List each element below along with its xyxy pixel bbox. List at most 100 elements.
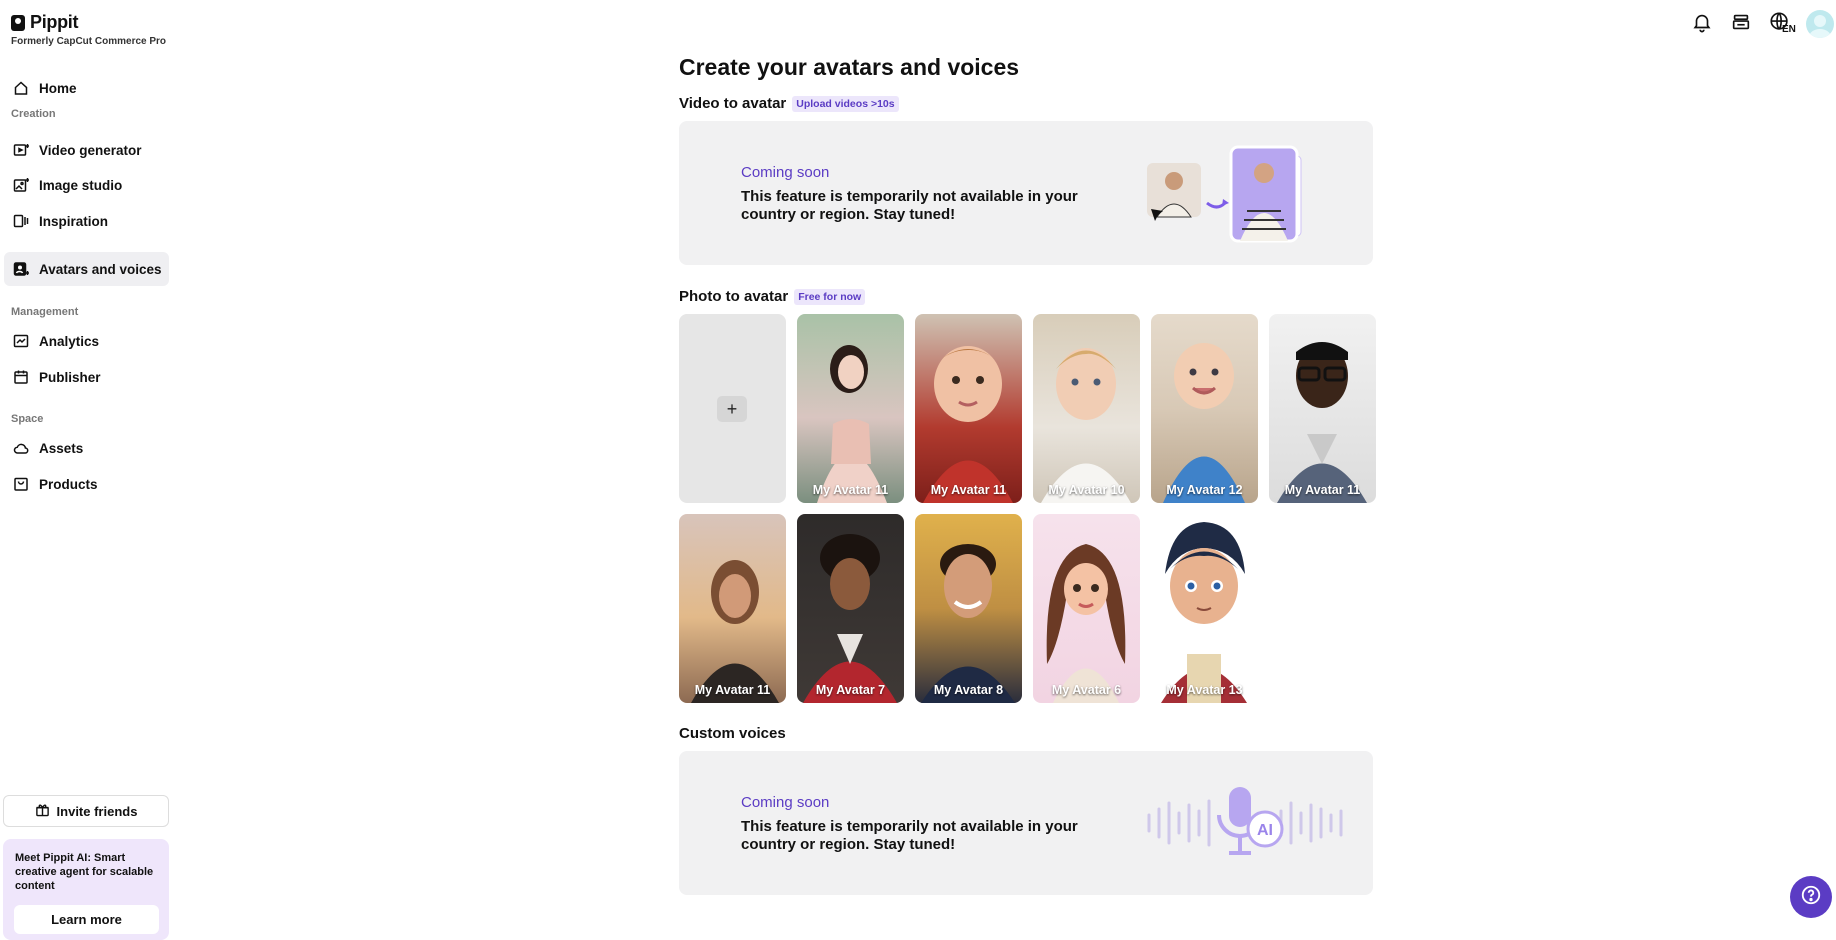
section-title: Video to avatar [679, 95, 787, 112]
sidebar: Pippit Formerly CapCut Commerce Pro Home… [0, 0, 172, 940]
language-code: EN [1782, 24, 1796, 35]
avatar-name: My Avatar 11 [1284, 483, 1361, 497]
avatar-card[interactable]: My Avatar 7 [797, 514, 904, 703]
sidebar-item-home[interactable]: Home [4, 71, 169, 105]
language-button[interactable]: EN [1766, 10, 1796, 38]
image-plus-icon [13, 177, 29, 193]
avatar-portrait-image [923, 346, 1013, 503]
free-for-now-badge: Free for now [794, 288, 866, 305]
brand-name: Pippit [30, 12, 79, 32]
custom-voices-card: Coming soon This feature is temporarily … [679, 751, 1373, 895]
video-plus-icon [13, 142, 29, 158]
avatar-portrait-image [921, 544, 1015, 703]
avatar-portrait-image [1163, 343, 1245, 503]
avatar-card[interactable]: My Avatar 10 [1033, 314, 1140, 503]
sidebar-item-assets[interactable]: Assets [4, 431, 169, 465]
photo-to-avatar-heading: Photo to avatar Free for now [679, 288, 866, 305]
pippit-ai-promo-card: Meet Pippit AI: Smart creative agent for… [3, 839, 169, 940]
avatar-name: My Avatar 12 [1166, 483, 1243, 497]
video-to-avatar-heading: Video to avatar Upload videos >10s [679, 95, 899, 112]
video-to-avatar-illustration [1147, 145, 1302, 243]
product-box-icon [13, 476, 29, 492]
avatar-portrait-image [803, 534, 897, 703]
avatar-portrait-image [691, 560, 779, 703]
avatar-portrait-image [1046, 544, 1126, 703]
unavailable-message: This feature is temporarily not availabl… [741, 188, 1078, 223]
pippit-logo-icon [11, 14, 25, 31]
avatar-portrait-image [1161, 522, 1247, 703]
calendar-icon [13, 369, 29, 385]
avatar-portrait-image [1041, 348, 1131, 503]
page-title: Create your avatars and voices [679, 54, 1020, 80]
promo-text: Meet Pippit AI: Smart creative agent for… [15, 852, 154, 892]
ai-badge-text: AI [1257, 822, 1273, 839]
sidebar-item-label: Inspiration [39, 213, 109, 229]
sidebar-item-publisher[interactable]: Publisher [4, 360, 169, 394]
sidebar-item-products[interactable]: Products [4, 467, 169, 501]
stack-icon [1730, 11, 1752, 38]
sidebar-item-label: Avatars and voices [39, 261, 162, 277]
avatar-portrait-image [817, 345, 887, 503]
sidebar-item-label: Home [39, 80, 77, 96]
avatar-name: My Avatar 11 [812, 483, 889, 497]
avatar-card[interactable]: My Avatar 11 [915, 314, 1022, 503]
section-label-creation: Creation [11, 108, 56, 120]
brand-subtitle: Formerly CapCut Commerce Pro [11, 36, 167, 47]
unavailable-message: This feature is temporarily not availabl… [741, 818, 1078, 853]
avatar [1806, 10, 1834, 38]
avatar-name: My Avatar 10 [1048, 483, 1125, 497]
sidebar-item-avatars-and-voices[interactable]: Avatars and voices [4, 252, 169, 286]
avatar-name: My Avatar 6 [1051, 683, 1122, 697]
sidebar-item-label: Products [39, 476, 98, 492]
help-button[interactable] [1790, 876, 1832, 918]
avatar-card[interactable]: My Avatar 11 [797, 314, 904, 503]
sidebar-item-label: Publisher [39, 369, 101, 385]
avatar-card[interactable]: My Avatar 11 [679, 514, 786, 703]
video-to-avatar-card: Coming soon This feature is temporarily … [679, 121, 1373, 265]
inbox-button[interactable] [1727, 10, 1755, 38]
coming-soon-label: Coming soon [741, 794, 830, 811]
avatar-name: My Avatar 11 [930, 483, 1007, 497]
avatar-card[interactable]: My Avatar 8 [915, 514, 1022, 703]
avatar-name: My Avatar 13 [1166, 683, 1243, 697]
avatar-card[interactable]: My Avatar 11 [1269, 314, 1376, 503]
upload-videos-badge: Upload videos >10s [792, 95, 899, 112]
gift-icon [35, 802, 50, 820]
section-title: Custom voices [679, 725, 786, 742]
home-icon [13, 80, 29, 96]
section-label-management: Management [11, 306, 79, 318]
inspiration-icon [13, 213, 29, 229]
question-icon [1800, 884, 1822, 911]
cloud-icon [13, 440, 29, 456]
sidebar-item-inspiration[interactable]: Inspiration [4, 204, 169, 238]
sidebar-item-label: Image studio [39, 177, 123, 193]
avatar-name: My Avatar 7 [815, 683, 886, 697]
sidebar-item-label: Assets [39, 440, 84, 456]
avatar-portrait-image [1277, 342, 1367, 503]
voice-waveform-illustration: AI [1147, 787, 1343, 855]
sidebar-item-analytics[interactable]: Analytics [4, 324, 169, 358]
add-avatar-tile[interactable]: + [679, 314, 786, 503]
analytics-icon [13, 333, 29, 349]
invite-friends-label: Invite friends [56, 803, 138, 819]
avatar-card[interactable]: My Avatar 12 [1151, 314, 1258, 503]
section-label-space: Space [11, 413, 44, 425]
user-avatar-button[interactable] [1806, 10, 1834, 38]
bell-icon [1691, 11, 1713, 38]
sidebar-item-image-studio[interactable]: Image studio [4, 168, 169, 202]
avatar-icon [13, 261, 29, 277]
avatar-card[interactable]: My Avatar 13 [1151, 514, 1258, 703]
custom-voices-heading: Custom voices [679, 725, 786, 742]
notifications-button[interactable] [1688, 10, 1716, 38]
avatar-name: My Avatar 11 [694, 683, 771, 697]
brand-logo[interactable]: Pippit [11, 12, 79, 33]
plus-icon: + [717, 396, 747, 422]
learn-more-button[interactable]: Learn more [14, 905, 159, 934]
sidebar-item-label: Video generator [39, 142, 142, 158]
avatar-name: My Avatar 8 [933, 683, 1004, 697]
sidebar-item-video-generator[interactable]: Video generator [4, 133, 169, 167]
avatar-card[interactable]: My Avatar 6 [1033, 514, 1140, 703]
sidebar-item-label: Analytics [39, 333, 100, 349]
invite-friends-button[interactable]: Invite friends [3, 795, 169, 827]
section-title: Photo to avatar [679, 288, 789, 305]
